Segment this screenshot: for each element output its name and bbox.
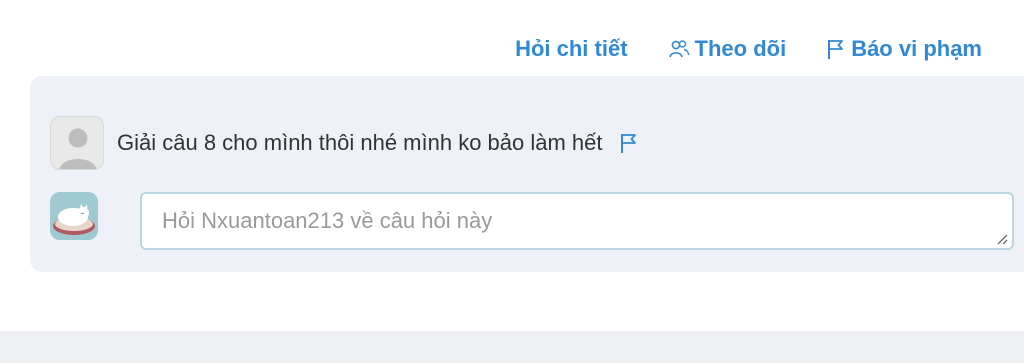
follow-link[interactable]: Theo dõi xyxy=(668,36,787,62)
comment-report-icon[interactable] xyxy=(619,132,639,154)
flag-icon xyxy=(826,38,846,60)
report-link[interactable]: Báo vi phạm xyxy=(826,36,982,62)
comment-panel: Giải câu 8 cho mình thôi nhé mình ko bảo… xyxy=(30,76,1024,272)
section-divider xyxy=(0,331,1024,363)
qa-comment-section: Hỏi chi tiết Theo dõi Báo vi phạm Giải c… xyxy=(0,0,1024,363)
question-action-bar: Hỏi chi tiết Theo dõi Báo vi phạm xyxy=(515,36,982,62)
comment-item: Giải câu 8 cho mình thôi nhé mình ko bảo… xyxy=(50,116,639,170)
ask-detail-link[interactable]: Hỏi chi tiết xyxy=(515,36,627,62)
comment-text: Giải câu 8 cho mình thôi nhé mình ko bảo… xyxy=(117,130,603,155)
reply-row xyxy=(50,192,1014,250)
avatar[interactable] xyxy=(50,116,104,170)
follow-label: Theo dõi xyxy=(694,36,787,61)
sleeping-cat-avatar xyxy=(50,192,98,240)
reply-input[interactable] xyxy=(140,192,1014,250)
user-silhouette-icon xyxy=(59,128,97,169)
ask-detail-label: Hỏi chi tiết xyxy=(515,36,628,61)
current-user-avatar[interactable] xyxy=(50,192,98,240)
users-icon xyxy=(668,38,690,60)
resize-handle-icon[interactable] xyxy=(996,232,1008,250)
report-label: Báo vi phạm xyxy=(851,36,982,61)
